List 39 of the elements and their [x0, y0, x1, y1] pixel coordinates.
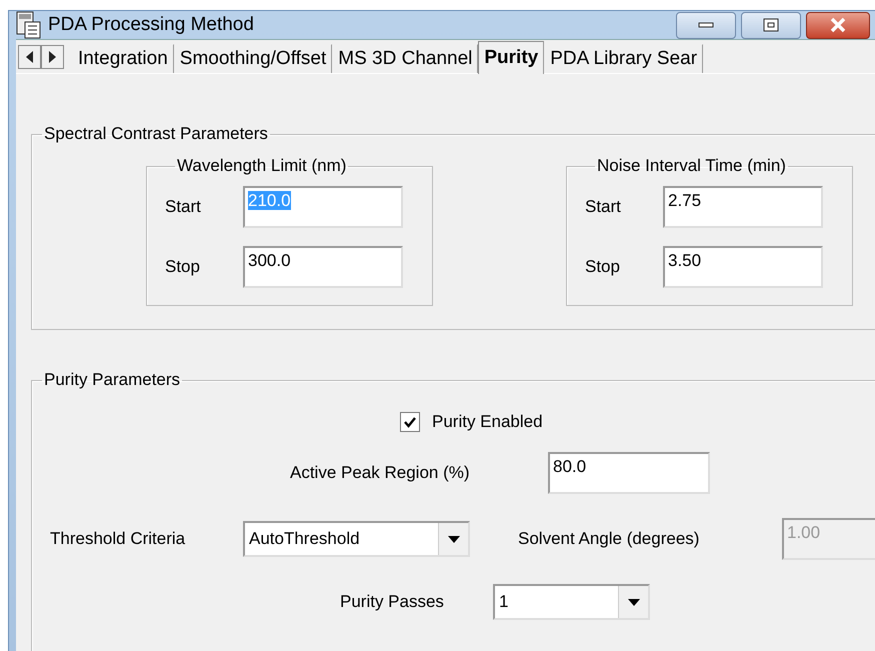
dropdown[interactable]: 1	[493, 584, 650, 620]
field-label: Stop	[165, 257, 201, 277]
right-arrow-icon	[49, 50, 56, 62]
group-title: Wavelength Limit (nm)	[176, 156, 348, 176]
field-value: 2.75	[668, 191, 702, 210]
field-value: 210.0	[248, 191, 291, 210]
field-label: Threshold Criteria	[50, 529, 186, 549]
close-icon	[829, 17, 847, 33]
text-field[interactable]: 80.0	[548, 452, 710, 494]
field-label: Purity Passes	[340, 592, 445, 612]
text-field[interactable]: 300.0	[243, 246, 403, 288]
minimize-icon	[698, 22, 714, 28]
caret-icon	[628, 598, 640, 606]
close-button[interactable]	[806, 12, 870, 38]
text-field[interactable]: 2.75	[663, 186, 823, 228]
group-title: Purity Parameters	[43, 370, 182, 390]
group-title: Noise Interval Time (min)	[596, 156, 787, 176]
field-label: Start	[165, 197, 202, 217]
field-value: 300.0	[248, 251, 291, 270]
scroll-left-button[interactable]	[18, 44, 41, 68]
maximize-icon	[763, 18, 779, 32]
text-field[interactable]: 3.50	[663, 246, 823, 288]
minimize-button[interactable]	[676, 12, 736, 38]
tab[interactable]: Purity	[478, 41, 544, 74]
dropdown[interactable]: AutoThreshold	[243, 521, 470, 557]
field-label: Start	[585, 197, 622, 217]
checkbox-label: Purity Enabled	[432, 412, 543, 432]
field-label: Stop	[585, 257, 621, 277]
checkmark-icon	[404, 416, 416, 428]
caret-icon	[448, 536, 460, 542]
field-label: Solvent Angle (degrees)	[518, 529, 700, 549]
checkbox[interactable]	[400, 412, 420, 432]
window-title: PDA Processing Method	[48, 14, 255, 36]
field-value: 3.50	[668, 251, 702, 270]
left-arrow-icon	[26, 50, 33, 62]
maximize-button[interactable]	[741, 12, 801, 38]
scroll-right-button[interactable]	[41, 44, 64, 68]
field-label: Active Peak Region (%)	[290, 463, 471, 483]
group-title: Spectral Contrast Parameters	[43, 124, 269, 144]
